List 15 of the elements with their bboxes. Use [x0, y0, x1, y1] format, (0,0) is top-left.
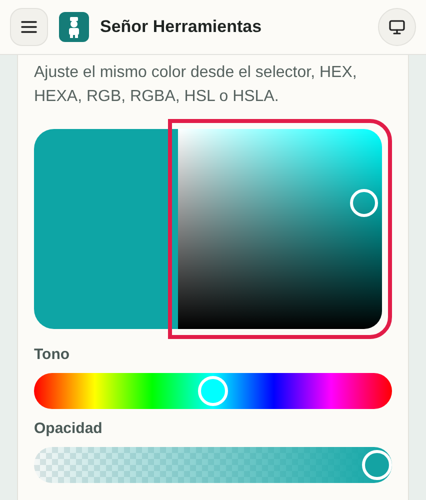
intro-text: Ajuste el mismo color desde el selector, HEX, HEXA, RGB, RGBA, HSL o HSLA. [34, 63, 358, 107]
slider-thumb[interactable] [198, 376, 228, 406]
saturation-picker[interactable] [178, 129, 382, 329]
hue-slider[interactable] [34, 373, 392, 409]
opacity-slider[interactable] [34, 447, 392, 483]
app-title: Señor Herramientas [100, 16, 262, 38]
monitor-icon [389, 20, 405, 34]
slider-label: Tono [34, 345, 71, 365]
menu-icon [21, 20, 37, 34]
display-button[interactable] [378, 8, 416, 46]
logo-icon [59, 12, 89, 42]
menu-button[interactable] [10, 8, 48, 46]
picker-thumb[interactable] [350, 189, 378, 217]
slider-label: Opacidad [34, 419, 104, 439]
slider-thumb[interactable] [362, 450, 392, 480]
